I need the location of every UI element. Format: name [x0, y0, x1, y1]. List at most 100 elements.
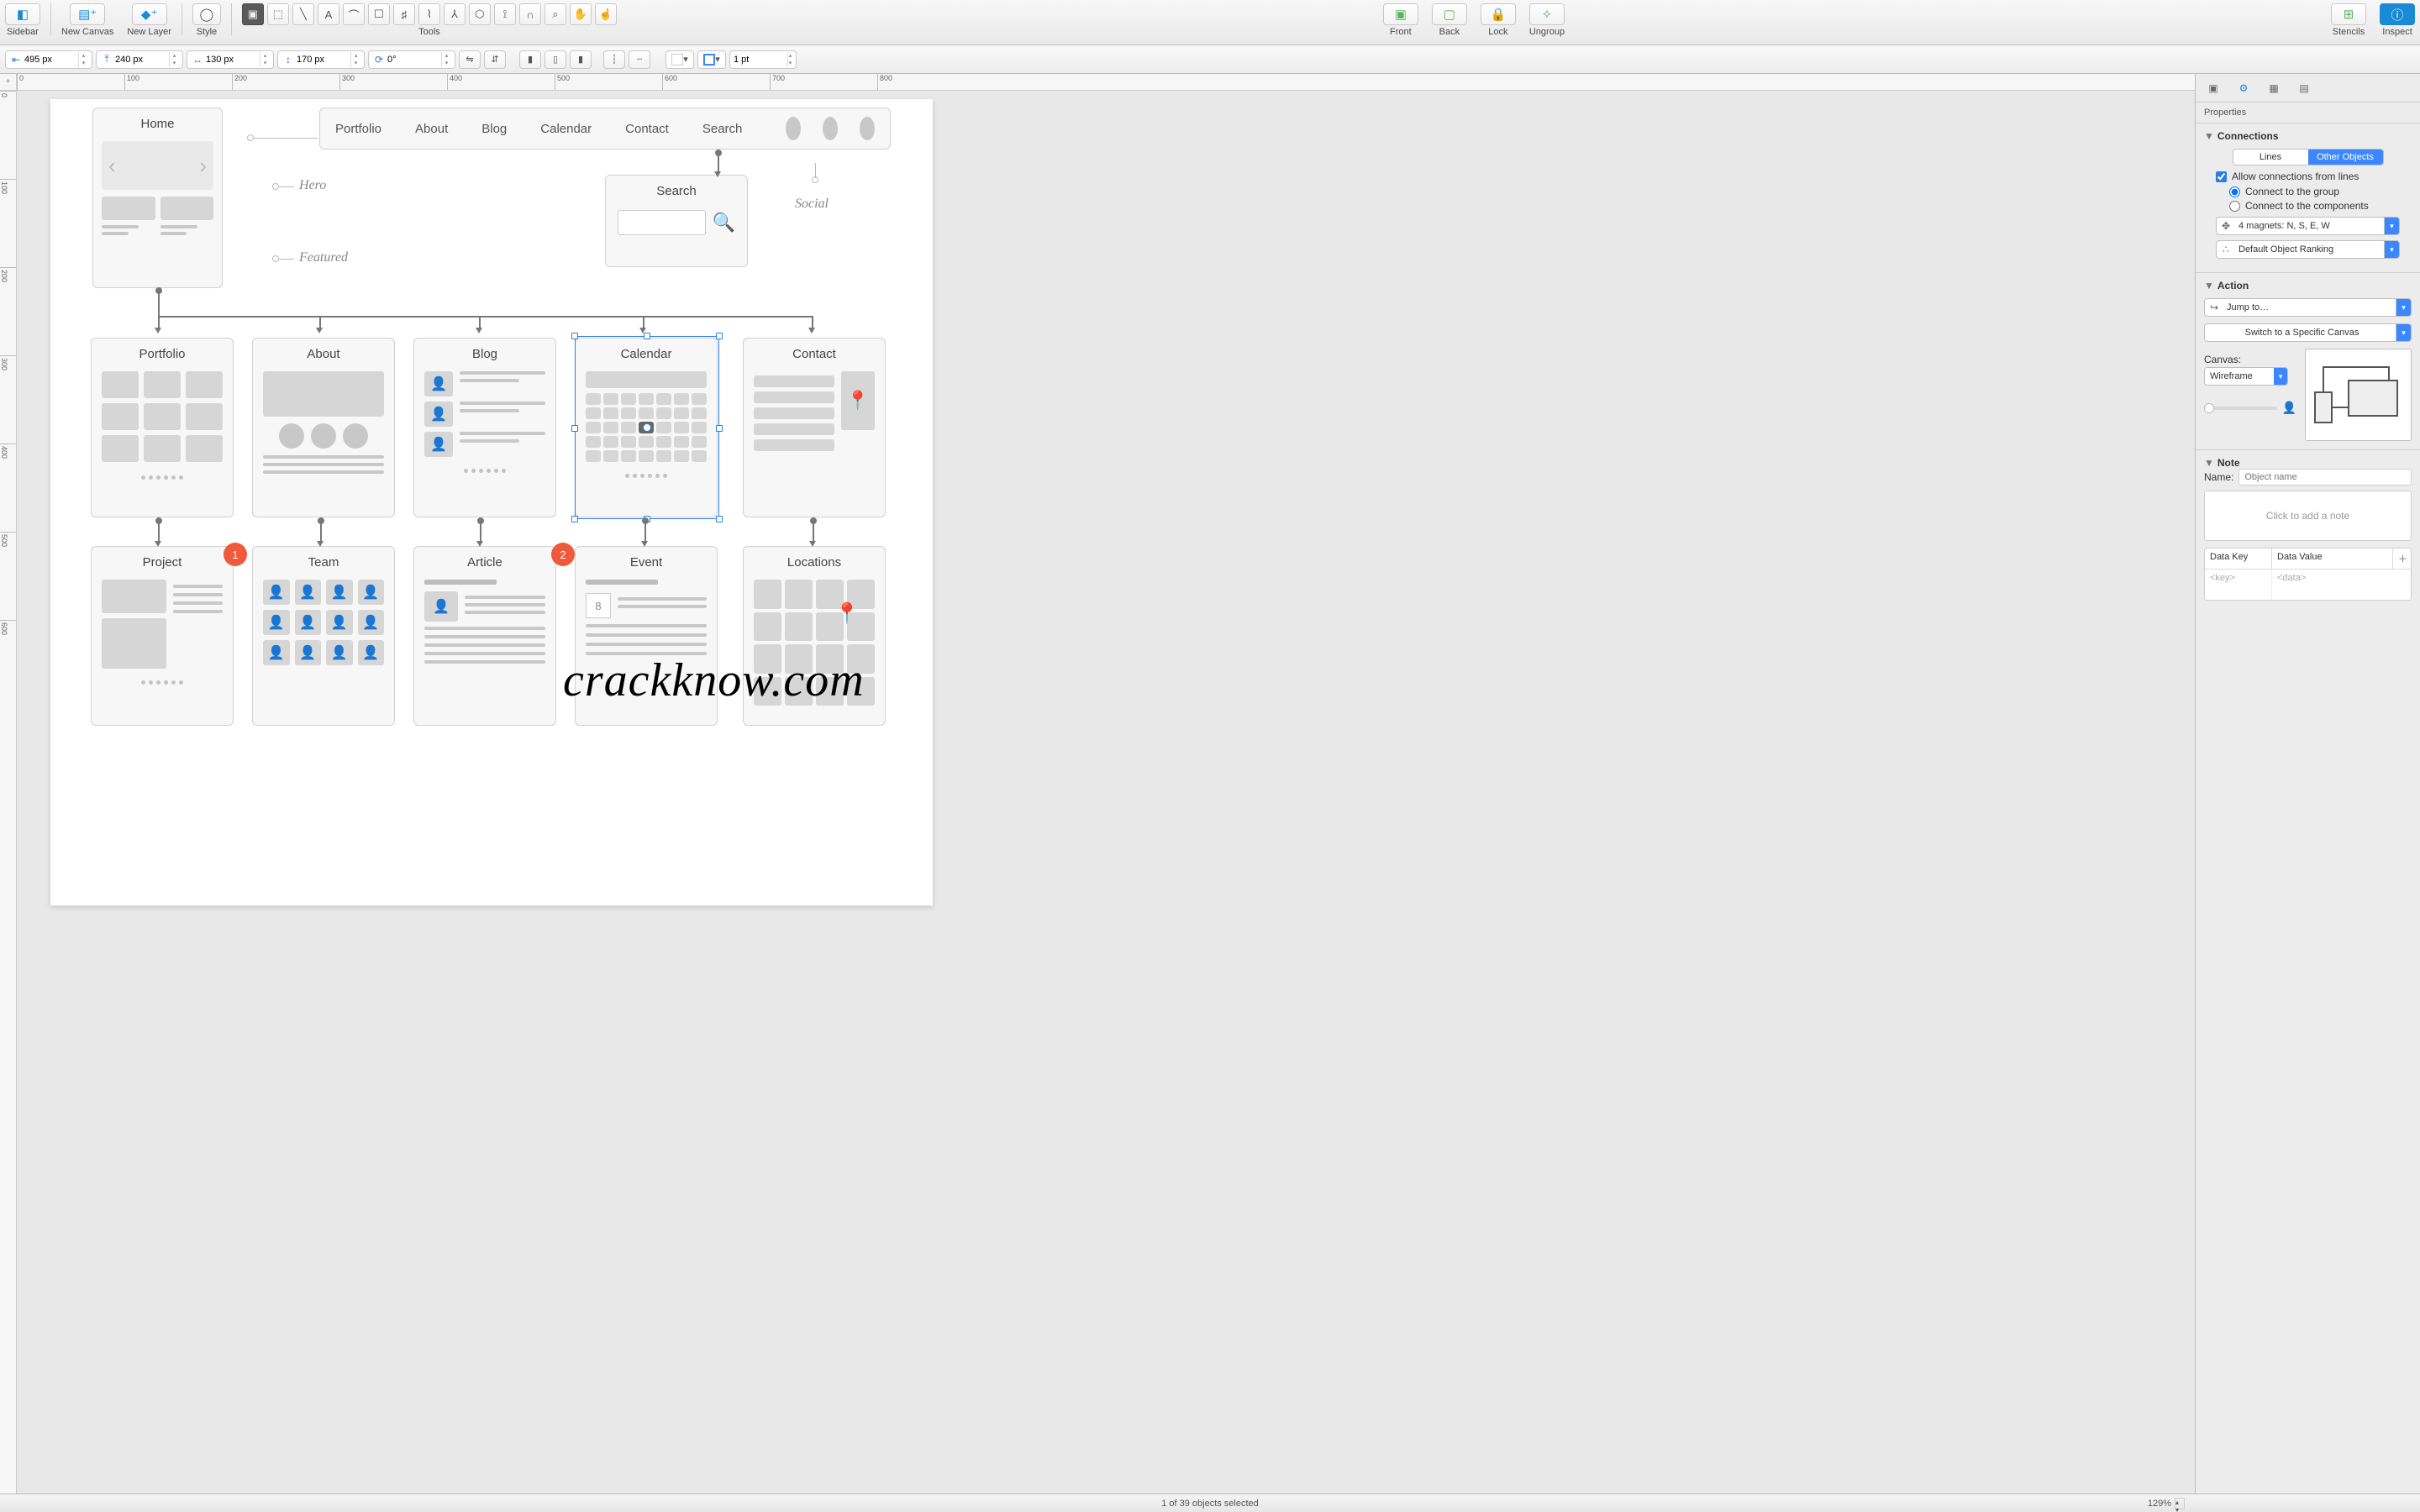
canvas-viewport[interactable]: Home ‹ › — [17, 91, 2195, 1494]
align-right-button[interactable]: ▮ — [570, 50, 592, 69]
y-field[interactable]: ⤒ ▴▾ — [96, 50, 183, 69]
nav-item[interactable]: Calendar — [540, 122, 592, 136]
nav-item[interactable]: Search — [702, 122, 743, 136]
canvas-page[interactable]: Home ‹ › — [50, 99, 933, 906]
tool-button[interactable]: ⌕ — [544, 3, 566, 25]
magnets-dropdown[interactable]: ✥ 4 magnets: N, S, E, W ▾ — [2216, 217, 2400, 235]
wireframe-card[interactable]: About — [252, 338, 395, 517]
data-table[interactable]: Data Key Data Value ＋ <key> <data> — [2204, 548, 2412, 601]
tool-button[interactable]: ⟟ — [494, 3, 516, 25]
front-button[interactable]: ▣ — [1383, 3, 1418, 25]
social-icon[interactable] — [786, 117, 801, 140]
tab-object-icon[interactable]: ▣ — [2204, 79, 2223, 97]
ruler-vertical[interactable]: 0100200300400500600 — [0, 91, 17, 1494]
social-icon[interactable] — [860, 117, 875, 140]
tool-button[interactable]: ☝ — [595, 3, 617, 25]
tab-document-icon[interactable]: ▤ — [2295, 79, 2313, 97]
kv-key-cell[interactable]: <key> — [2205, 570, 2272, 586]
next-icon[interactable]: › — [199, 153, 207, 179]
social-icon[interactable] — [823, 117, 838, 140]
tool-button[interactable]: ⌒ — [343, 3, 365, 25]
x-field[interactable]: ⇤ ▴▾ — [5, 50, 92, 69]
tool-button[interactable]: ∩ — [519, 3, 541, 25]
wireframe-card[interactable]: Contact 📍 — [743, 338, 886, 517]
tab-canvas-icon[interactable]: ▦ — [2265, 79, 2283, 97]
wireframe-card[interactable]: Portfolio — [91, 338, 234, 517]
note-textarea[interactable]: Click to add a note — [2204, 491, 2412, 541]
align-left-button[interactable]: ▮ — [519, 50, 541, 69]
rot-field[interactable]: ⟳ ▴▾ — [368, 50, 455, 69]
allow-checkbox[interactable] — [2216, 171, 2227, 182]
seg-other[interactable]: Other Objects — [2308, 150, 2383, 165]
tool-button[interactable]: ⌇ — [418, 3, 440, 25]
object-name-input[interactable] — [2238, 469, 2412, 486]
stencils-button[interactable]: ⊞ — [2331, 3, 2366, 25]
flip-v-button[interactable]: ⇵ — [484, 50, 506, 69]
add-row-button[interactable]: ＋ — [2392, 549, 2411, 569]
ruler-horizontal[interactable]: 0100200300400500600700800 — [17, 74, 2195, 91]
tool-button[interactable]: ▣ — [242, 3, 264, 25]
canvas-thumbnail[interactable] — [2305, 349, 2412, 441]
rotate-handle[interactable] — [643, 423, 651, 432]
stroke-weight[interactable]: ▴▾ — [729, 50, 797, 69]
x-input[interactable] — [24, 55, 76, 65]
dist-v-button[interactable]: ┄ — [629, 50, 650, 69]
h-field[interactable]: ↕ ▴▾ — [277, 50, 365, 69]
tab-properties-icon[interactable]: ⚙ — [2234, 79, 2253, 97]
allow-connections-check[interactable]: Allow connections from lines — [2216, 171, 2412, 182]
nav-item[interactable]: Contact — [625, 122, 669, 136]
wireframe-card[interactable]: Project — [91, 546, 234, 726]
tool-button[interactable]: ♯ — [393, 3, 415, 25]
style-button[interactable]: ◯ — [192, 3, 221, 25]
connections-segment[interactable]: Lines Other Objects — [2233, 149, 2384, 165]
back-button[interactable]: ▢ — [1432, 3, 1467, 25]
w-field[interactable]: ↔ ▴▾ — [187, 50, 274, 69]
tool-button[interactable]: ⅄ — [444, 3, 466, 25]
fill-color-button[interactable]: ▾ — [666, 50, 694, 69]
search-icon[interactable]: 🔍 — [713, 212, 735, 234]
new-layer-button[interactable]: ◆⁺ — [132, 3, 167, 25]
connect-components-radio[interactable]: Connect to the components — [2229, 200, 2412, 212]
w-input[interactable] — [206, 55, 258, 65]
ruler-origin[interactable]: + — [0, 74, 17, 91]
tool-button[interactable]: ⬚ — [267, 3, 289, 25]
y-input[interactable] — [115, 55, 167, 65]
switch-dropdown[interactable]: Switch to a Specific Canvas ▾ — [2204, 323, 2412, 342]
chevron-down-icon[interactable]: ▾ — [2384, 218, 2399, 234]
rot-input[interactable] — [387, 55, 439, 65]
wireframe-card[interactable]: Team 👤👤👤👤👤👤👤👤👤👤👤👤 — [252, 546, 395, 726]
chevron-down-icon[interactable]: ▾ — [2396, 299, 2411, 316]
tool-button[interactable]: ╲ — [292, 3, 314, 25]
nav-item[interactable]: Portfolio — [335, 122, 381, 136]
lock-button[interactable]: 🔒 — [1481, 3, 1516, 25]
ungroup-button[interactable]: ✧ — [1529, 3, 1565, 25]
nav-item[interactable]: About — [415, 122, 448, 136]
wireframe-card[interactable]: Blog 👤 👤 👤 — [413, 338, 556, 517]
zoom-control[interactable]: 129% ▴▾ — [2148, 1498, 2185, 1509]
radio-group[interactable] — [2229, 186, 2240, 197]
canvas-dropdown[interactable]: Wireframe ▾ — [2204, 367, 2288, 386]
jump-dropdown[interactable]: ↪ Jump to… ▾ — [2204, 298, 2412, 317]
flip-h-button[interactable]: ⇋ — [459, 50, 481, 69]
wireframe-card[interactable]: Locations 📍 — [743, 546, 886, 726]
nav-bar[interactable]: Portfolio About Blog Calendar Contact Search — [319, 108, 891, 150]
connect-group-radio[interactable]: Connect to the group — [2229, 186, 2412, 197]
tool-button[interactable]: A — [318, 3, 339, 25]
align-center-button[interactable]: ▯ — [544, 50, 566, 69]
sidebar-toggle-button[interactable]: ◧ — [5, 3, 40, 25]
seg-lines[interactable]: Lines — [2233, 150, 2308, 165]
search-input[interactable] — [618, 210, 706, 235]
h-input[interactable] — [297, 55, 349, 65]
chevron-down-icon[interactable]: ▾ — [2384, 241, 2399, 258]
tool-button[interactable]: ✋ — [570, 3, 592, 25]
home-card[interactable]: Home ‹ › — [92, 108, 223, 288]
slider-thumb[interactable] — [2204, 403, 2214, 413]
chevron-down-icon[interactable]: ▾ — [2274, 368, 2287, 385]
nav-item[interactable]: Blog — [481, 122, 507, 136]
dist-h-button[interactable]: ┆ — [603, 50, 625, 69]
new-canvas-button[interactable]: ▤⁺ — [70, 3, 105, 25]
prev-icon[interactable]: ‹ — [108, 153, 116, 179]
stroke-input[interactable] — [734, 55, 786, 65]
ranking-dropdown[interactable]: ∴ Default Object Ranking ▾ — [2216, 240, 2400, 259]
radio-comp[interactable] — [2229, 201, 2240, 212]
